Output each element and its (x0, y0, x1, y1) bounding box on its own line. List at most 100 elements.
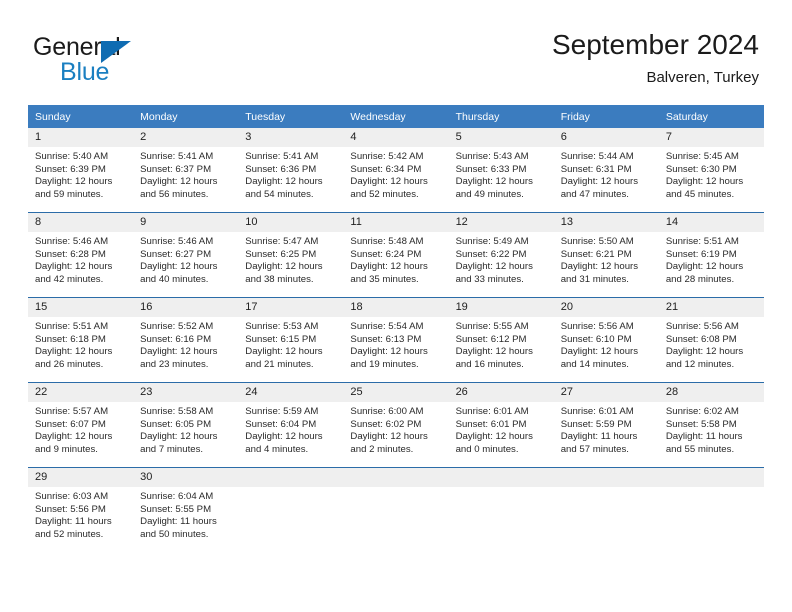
daylight-text-line1: Daylight: 12 hours (560, 346, 639, 358)
sunset-text: Sunset: 6:01 PM (455, 418, 527, 430)
day-details (449, 487, 554, 491)
sunrise-text: Sunrise: 5:44 AM (560, 151, 634, 162)
calendar-day-cell[interactable]: 29 Sunrise: 6:03 AM Sunset: 5:56 PM Dayligh… (28, 467, 134, 552)
daylight-text-line2: and 52 minutes. (35, 528, 104, 540)
day-details: Sunrise: 5:57 AM Sunset: 6:07 PM Daylight:… (28, 402, 133, 456)
day-details: Sunrise: 5:56 AM Sunset: 6:10 PM Daylight:… (554, 317, 659, 371)
daylight-text-line1: Daylight: 12 hours (455, 176, 533, 188)
day-number: 23 (133, 383, 239, 402)
day-details: Sunrise: 5:46 AM Sunset: 6:27 PM Daylight:… (133, 232, 238, 286)
day-details: Sunrise: 5:51 AM Sunset: 6:19 PM Daylight:… (659, 232, 764, 286)
day-number: 1 (28, 128, 134, 147)
calendar-week-row: 22 Sunrise: 5:57 AM Sunset: 6:07 PM Dayligh… (28, 382, 764, 468)
calendar-day-cell[interactable]: 3 Sunrise: 5:41 AM Sunset: 6:36 PM Daylight… (238, 128, 344, 213)
calendar-day-cell[interactable]: 15 Sunrise: 5:51 AM Sunset: 6:18 PM Dayligh… (28, 297, 134, 383)
calendar-day-cell[interactable]: 19 Sunrise: 5:55 AM Sunset: 6:12 PM Dayligh… (448, 297, 554, 383)
calendar-day-cell[interactable]: 14 Sunrise: 5:51 AM Sunset: 6:19 PM Dayligh… (658, 212, 764, 298)
daylight-text-line2: and 31 minutes. (560, 273, 629, 285)
calendar-day-cell[interactable]: 18 Sunrise: 5:54 AM Sunset: 6:13 PM Dayligh… (343, 297, 449, 383)
sunset-text: Sunset: 6:05 PM (140, 418, 212, 430)
calendar-day-cell[interactable]: 11 Sunrise: 5:48 AM Sunset: 6:24 PM Dayligh… (343, 212, 449, 298)
calendar-day-cell[interactable]: 22 Sunrise: 5:57 AM Sunset: 6:07 PM Dayligh… (28, 382, 134, 468)
calendar-day-cell[interactable] (658, 467, 764, 552)
calendar-day-cell[interactable]: 9 Sunrise: 5:46 AM Sunset: 6:27 PM Daylight… (133, 212, 239, 298)
calendar-day-cell[interactable]: 27 Sunrise: 6:01 AM Sunset: 5:59 PM Dayligh… (553, 382, 659, 468)
daylight-text-line2: and 19 minutes. (350, 358, 419, 370)
title-block: September 2024 Balveren, Turkey (552, 28, 759, 89)
calendar-day-cell[interactable]: 26 Sunrise: 6:01 AM Sunset: 6:01 PM Dayligh… (448, 382, 554, 468)
sunrise-text: Sunrise: 5:56 AM (665, 321, 739, 332)
daylight-text-line2: and 7 minutes. (140, 443, 204, 455)
daylight-text-line2: and 21 minutes. (245, 358, 314, 370)
daylight-text-line1: Daylight: 12 hours (455, 346, 533, 358)
day-details (238, 487, 343, 491)
day-number (658, 468, 764, 487)
calendar-day-cell[interactable]: 2 Sunrise: 5:41 AM Sunset: 6:37 PM Daylight… (133, 128, 239, 213)
daylight-text-line1: Daylight: 12 hours (35, 431, 113, 443)
sunrise-text: Sunrise: 5:54 AM (350, 321, 424, 332)
calendar-day-cell[interactable]: 5 Sunrise: 5:43 AM Sunset: 6:33 PM Daylight… (448, 128, 554, 213)
day-cell-content: 22 Sunrise: 5:57 AM Sunset: 6:07 PM Dayligh… (28, 383, 134, 467)
sunset-text: Sunset: 6:37 PM (140, 163, 212, 175)
calendar-day-cell[interactable] (448, 467, 554, 552)
daylight-text-line1: Daylight: 12 hours (350, 346, 428, 358)
day-cell-content: 15 Sunrise: 5:51 AM Sunset: 6:18 PM Dayligh… (28, 298, 134, 382)
day-number: 7 (658, 128, 764, 147)
sunrise-text: Sunrise: 5:52 AM (140, 321, 214, 332)
day-details: Sunrise: 5:58 AM Sunset: 6:05 PM Daylight:… (133, 402, 238, 456)
daylight-text-line1: Daylight: 11 hours (560, 431, 638, 443)
calendar-day-cell[interactable]: 1 Sunrise: 5:40 AM Sunset: 6:39 PM Daylight… (28, 128, 134, 213)
calendar-day-cell[interactable]: 6 Sunrise: 5:44 AM Sunset: 6:31 PM Daylight… (553, 128, 659, 213)
location-subtitle: Balveren, Turkey (646, 69, 759, 86)
calendar-day-cell[interactable]: 4 Sunrise: 5:42 AM Sunset: 6:34 PM Daylight… (343, 128, 449, 213)
calendar-week-row: 8 Sunrise: 5:46 AM Sunset: 6:28 PM Daylight… (28, 212, 764, 298)
day-details: Sunrise: 5:52 AM Sunset: 6:16 PM Daylight:… (133, 317, 238, 371)
calendar-day-cell[interactable]: 7 Sunrise: 5:45 AM Sunset: 6:30 PM Daylight… (658, 128, 764, 213)
day-number: 5 (448, 128, 554, 147)
general-blue-logo[interactable]: General Blue (33, 33, 223, 86)
calendar-day-cell[interactable]: 12 Sunrise: 5:49 AM Sunset: 6:22 PM Dayligh… (448, 212, 554, 298)
calendar-day-cell[interactable]: 21 Sunrise: 5:56 AM Sunset: 6:08 PM Dayligh… (658, 297, 764, 383)
calendar-day-cell[interactable]: 20 Sunrise: 5:56 AM Sunset: 6:10 PM Dayligh… (553, 297, 659, 383)
sunrise-text: Sunrise: 5:40 AM (35, 151, 109, 162)
sunrise-text: Sunrise: 5:50 AM (560, 236, 634, 247)
day-cell-content: 29 Sunrise: 6:03 AM Sunset: 5:56 PM Dayligh… (28, 468, 134, 552)
daylight-text-line1: Daylight: 12 hours (140, 261, 218, 273)
sunset-text: Sunset: 6:02 PM (350, 418, 422, 430)
day-number: 18 (343, 298, 449, 317)
calendar-day-cell[interactable] (553, 467, 659, 552)
calendar-day-cell[interactable]: 16 Sunrise: 5:52 AM Sunset: 6:16 PM Dayligh… (133, 297, 239, 383)
daylight-text-line1: Daylight: 12 hours (245, 431, 323, 443)
day-number (553, 468, 659, 487)
day-cell-content: 14 Sunrise: 5:51 AM Sunset: 6:19 PM Dayligh… (658, 213, 764, 297)
calendar-day-cell[interactable]: 10 Sunrise: 5:47 AM Sunset: 6:25 PM Dayligh… (238, 212, 344, 298)
daylight-text-line1: Daylight: 11 hours (35, 516, 112, 528)
sunrise-text: Sunrise: 5:57 AM (35, 406, 109, 417)
calendar-day-cell[interactable]: 17 Sunrise: 5:53 AM Sunset: 6:15 PM Dayligh… (238, 297, 344, 383)
day-number: 17 (238, 298, 344, 317)
sunrise-text: Sunrise: 5:59 AM (245, 406, 319, 417)
day-cell-content: 2 Sunrise: 5:41 AM Sunset: 6:37 PM Daylight… (133, 128, 239, 212)
calendar-day-cell[interactable]: 23 Sunrise: 5:58 AM Sunset: 6:05 PM Dayligh… (133, 382, 239, 468)
daylight-text-line2: and 14 minutes. (560, 358, 629, 370)
calendar-day-cell[interactable]: 8 Sunrise: 5:46 AM Sunset: 6:28 PM Daylight… (28, 212, 134, 298)
calendar-day-cell[interactable]: 30 Sunrise: 6:04 AM Sunset: 5:55 PM Dayligh… (133, 467, 239, 552)
daylight-text-line1: Daylight: 12 hours (350, 261, 428, 273)
sunset-text: Sunset: 6:08 PM (665, 333, 737, 345)
daylight-text-line1: Daylight: 11 hours (140, 516, 217, 528)
day-cell-content (343, 468, 449, 552)
calendar-day-cell[interactable]: 28 Sunrise: 6:02 AM Sunset: 5:58 PM Dayligh… (658, 382, 764, 468)
day-cell-content (553, 468, 659, 552)
calendar-day-cell[interactable]: 24 Sunrise: 5:59 AM Sunset: 6:04 PM Dayligh… (238, 382, 344, 468)
calendar-day-cell[interactable] (238, 467, 344, 552)
daylight-text-line2: and 57 minutes. (560, 443, 629, 455)
sunrise-text: Sunrise: 6:04 AM (140, 491, 214, 502)
day-number: 25 (343, 383, 449, 402)
calendar-day-cell[interactable] (343, 467, 449, 552)
sunset-text: Sunset: 6:04 PM (245, 418, 317, 430)
day-cell-content: 4 Sunrise: 5:42 AM Sunset: 6:34 PM Daylight… (343, 128, 449, 212)
calendar-day-cell[interactable]: 13 Sunrise: 5:50 AM Sunset: 6:21 PM Dayligh… (553, 212, 659, 298)
calendar-day-cell[interactable]: 25 Sunrise: 6:00 AM Sunset: 6:02 PM Dayligh… (343, 382, 449, 468)
day-details: Sunrise: 5:50 AM Sunset: 6:21 PM Daylight:… (554, 232, 659, 286)
daylight-text-line2: and 26 minutes. (35, 358, 104, 370)
